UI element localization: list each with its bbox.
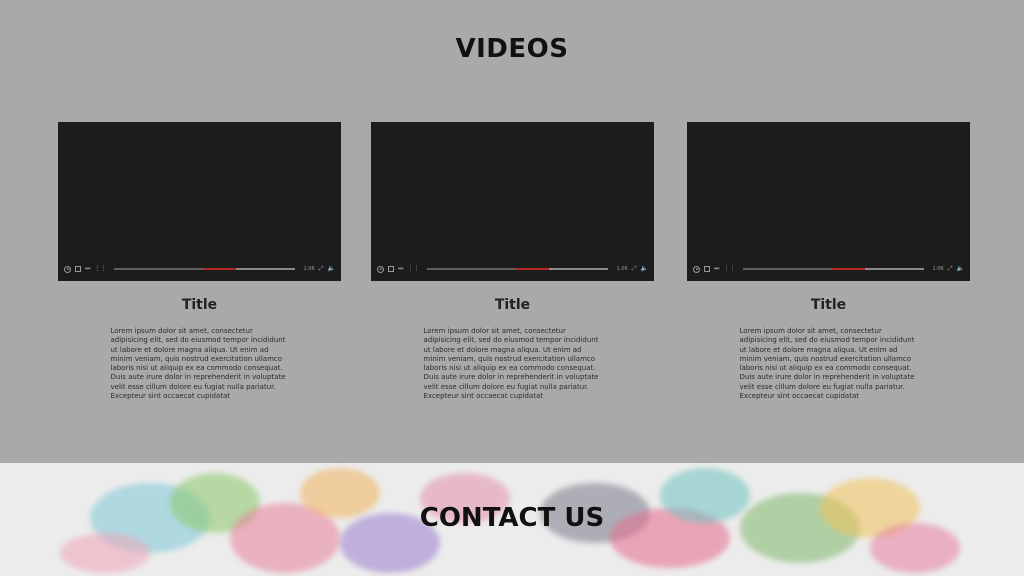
contact-heading: CONTACT US xyxy=(419,503,605,533)
video-description: Lorem ipsum dolor sit amet, consectetur … xyxy=(110,327,286,401)
video-description: Lorem ipsum dolor sit amet, consectetur … xyxy=(423,327,599,401)
videos-section: VIDEOS ⏭ ⋮⋮ 1:06 ⤢ 🔈 Title Lorem ipsum d… xyxy=(0,0,1024,463)
video-description: Lorem ipsum dolor sit amet, consectetur … xyxy=(739,327,915,401)
play-icon[interactable] xyxy=(377,265,384,273)
video-title: Title xyxy=(181,297,218,313)
video-card: ⏭ ⋮⋮ 1:06 ⤢ 🔈 Title Lorem ipsum dolor si… xyxy=(687,122,970,401)
stop-icon[interactable] xyxy=(75,266,81,272)
player-controls: ⏭ ⋮⋮ 1:06 ⤢ 🔈 xyxy=(64,263,335,275)
volume-icon[interactable]: 🔈 xyxy=(641,265,648,273)
stop-icon[interactable] xyxy=(388,266,394,272)
popout-icon[interactable]: ⤢ xyxy=(319,265,324,273)
time-label: 1:06 xyxy=(303,266,315,272)
play-icon[interactable] xyxy=(693,265,700,273)
skip-next-icon[interactable]: ⏭ xyxy=(714,265,719,273)
videos-heading: VIDEOS xyxy=(455,34,569,64)
player-controls: ⏭ ⋮⋮ 1:06 ⤢ 🔈 xyxy=(693,263,964,275)
progress-fill xyxy=(516,268,550,270)
video-player[interactable]: ⏭ ⋮⋮ 1:06 ⤢ 🔈 xyxy=(687,122,970,281)
progress-fill xyxy=(832,268,866,270)
popout-icon[interactable]: ⤢ xyxy=(948,265,953,273)
video-title: Title xyxy=(810,297,847,313)
volume-icon[interactable]: 🔈 xyxy=(957,265,964,273)
progress-bar[interactable] xyxy=(743,268,925,270)
play-icon[interactable] xyxy=(64,265,71,273)
progress-buffer xyxy=(114,268,204,270)
time-label: 1:06 xyxy=(932,266,944,272)
contact-section: CONTACT US xyxy=(0,463,1024,576)
video-player[interactable]: ⏭ ⋮⋮ 1:06 ⤢ 🔈 xyxy=(58,122,341,281)
chapters-icon[interactable]: ⋮⋮ xyxy=(723,265,735,273)
time-label: 1:06 xyxy=(616,266,628,272)
video-card: ⏭ ⋮⋮ 1:06 ⤢ 🔈 Title Lorem ipsum dolor si… xyxy=(371,122,654,401)
paint-splatter xyxy=(60,533,150,573)
player-controls: ⏭ ⋮⋮ 1:06 ⤢ 🔈 xyxy=(377,263,648,275)
progress-bar[interactable] xyxy=(114,268,296,270)
video-card: ⏭ ⋮⋮ 1:06 ⤢ 🔈 Title Lorem ipsum dolor si… xyxy=(58,122,341,401)
video-player[interactable]: ⏭ ⋮⋮ 1:06 ⤢ 🔈 xyxy=(371,122,654,281)
skip-next-icon[interactable]: ⏭ xyxy=(398,265,403,273)
page: VIDEOS ⏭ ⋮⋮ 1:06 ⤢ 🔈 Title Lorem ipsum d… xyxy=(0,0,1024,576)
chapters-icon[interactable]: ⋮⋮ xyxy=(407,265,419,273)
progress-buffer xyxy=(427,268,517,270)
stop-icon[interactable] xyxy=(704,266,710,272)
chapters-icon[interactable]: ⋮⋮ xyxy=(94,265,106,273)
progress-bar[interactable] xyxy=(427,268,609,270)
volume-icon[interactable]: 🔈 xyxy=(328,265,335,273)
video-title: Title xyxy=(494,297,531,313)
popout-icon[interactable]: ⤢ xyxy=(632,265,637,273)
progress-fill xyxy=(203,268,237,270)
skip-next-icon[interactable]: ⏭ xyxy=(85,265,90,273)
progress-buffer xyxy=(743,268,833,270)
